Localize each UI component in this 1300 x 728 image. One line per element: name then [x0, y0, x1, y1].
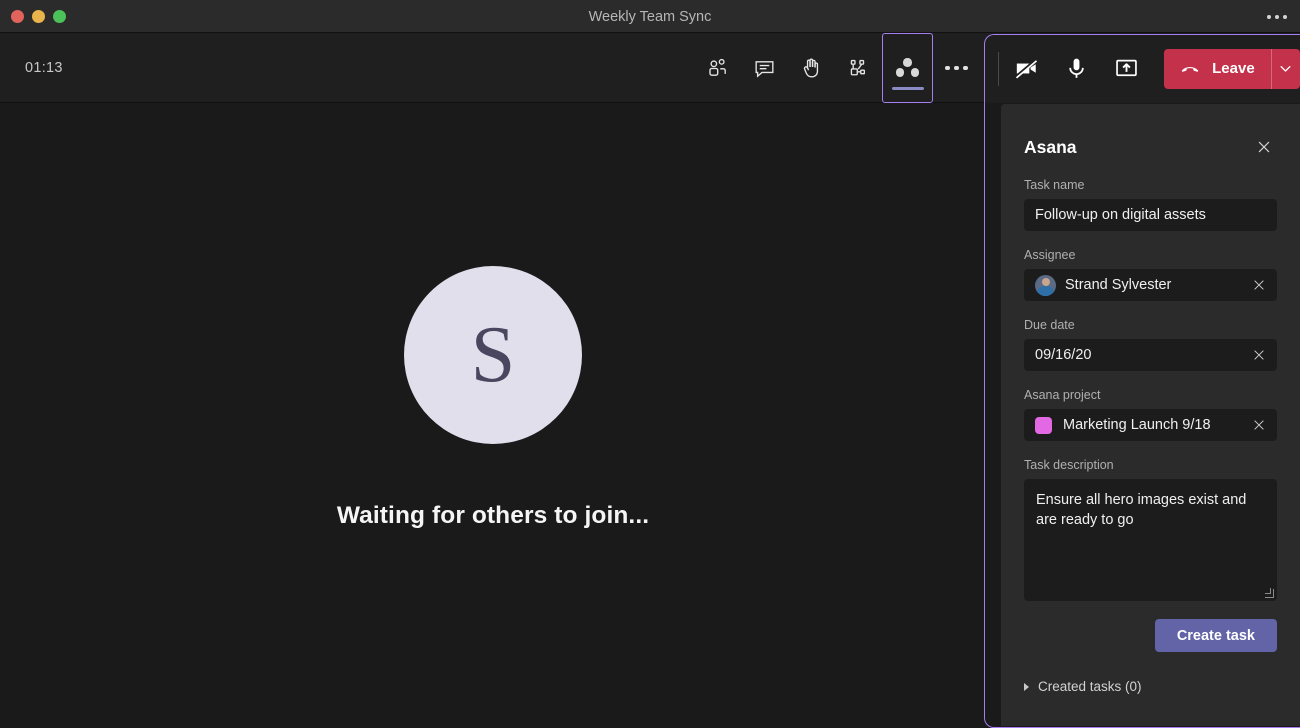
leave-options-button[interactable] [1272, 49, 1300, 89]
assignee-input[interactable]: Strand Sylvester [1024, 269, 1277, 301]
close-icon [1254, 350, 1264, 360]
toolbar-raise-hand-button[interactable] [788, 33, 835, 103]
task-description-input[interactable]: Ensure all hero images exist and are rea… [1024, 479, 1277, 601]
assignee-avatar [1035, 274, 1056, 296]
window-titlebar: Weekly Team Sync [0, 0, 1300, 33]
people-icon [709, 58, 726, 76]
task-description-label: Task description [1024, 458, 1114, 472]
breakout-rooms-icon [850, 59, 866, 75]
due-date-value: 09/16/20 [1035, 347, 1092, 363]
created-tasks-toggle[interactable]: Created tasks (0) [1024, 679, 1277, 694]
asana-panel-title: Asana [1024, 136, 1077, 157]
asana-panel-body: Task name Follow-up on digital assets As… [1001, 160, 1300, 694]
created-tasks-label: Created tasks (0) [1038, 679, 1142, 694]
close-icon [1254, 280, 1264, 290]
assignee-field-group: Assignee Strand Sylvester [1024, 248, 1277, 301]
asana-project-clear-button[interactable] [1249, 415, 1269, 435]
minimize-window-button[interactable] [32, 9, 45, 23]
hangup-icon [1181, 66, 1199, 72]
task-description-value: Ensure all hero images exist and are rea… [1036, 492, 1247, 528]
meeting-stage: S Waiting for others to join... [0, 104, 986, 728]
chevron-down-icon [1280, 66, 1291, 72]
teams-meeting-window: Weekly Team Sync 01:13 Leave S Waiting f… [0, 0, 1300, 728]
share-screen-icon [1116, 59, 1138, 77]
create-task-button[interactable]: Create task [1154, 619, 1277, 652]
window-more-icon[interactable] [1267, 0, 1287, 33]
due-date-input[interactable]: 09/16/20 [1024, 339, 1277, 371]
caret-right-icon [1024, 682, 1029, 691]
project-color-swatch [1035, 416, 1052, 434]
assignee-label: Assignee [1024, 248, 1076, 262]
call-controls: Leave [986, 34, 1300, 103]
close-window-button[interactable] [11, 9, 24, 23]
leave-call-label: Leave [1212, 60, 1255, 77]
toolbar-chat-button[interactable] [741, 33, 788, 103]
asana-panel: Asana Task name Follow-up on digital ass… [1001, 104, 1300, 726]
microphone-icon [1069, 58, 1084, 78]
leave-call-group: Leave [1164, 48, 1300, 89]
assignee-value: Strand Sylvester [1065, 277, 1172, 293]
chat-bubble-icon [755, 60, 774, 78]
asana-project-value: Marketing Launch 9/18 [1063, 417, 1211, 433]
raise-hand-icon [803, 58, 819, 78]
toolbar-divider [998, 51, 999, 86]
meeting-toolbar-buttons [694, 33, 980, 103]
create-task-row: Create task [1024, 619, 1277, 652]
task-name-value: Follow-up on digital assets [1035, 207, 1206, 223]
asana-project-field-group: Asana project Marketing Launch 9/18 [1024, 388, 1277, 441]
maximize-window-button[interactable] [53, 9, 66, 23]
waiting-message: Waiting for others to join... [336, 502, 650, 529]
window-traffic-lights[interactable] [0, 9, 66, 23]
meeting-timer: 01:13 [25, 60, 63, 76]
ellipsis-icon [945, 65, 968, 71]
share-screen-button[interactable] [1104, 45, 1150, 93]
toolbar-asana-button[interactable] [882, 33, 933, 103]
avatar: S [404, 266, 582, 444]
task-name-field-group: Task name Follow-up on digital assets [1024, 178, 1277, 231]
window-title: Weekly Team Sync [588, 8, 712, 25]
assignee-clear-button[interactable] [1249, 275, 1269, 295]
due-date-clear-button[interactable] [1249, 345, 1269, 365]
task-name-input[interactable]: Follow-up on digital assets [1024, 199, 1277, 231]
toolbar-participants-button[interactable] [694, 33, 741, 103]
asana-panel-close-button[interactable] [1251, 134, 1277, 160]
microphone-toggle-button[interactable] [1053, 45, 1099, 93]
due-date-label: Due date [1024, 318, 1075, 332]
asana-project-input[interactable]: Marketing Launch 9/18 [1024, 409, 1277, 441]
close-icon [1254, 420, 1264, 430]
due-date-field-group: Due date 09/16/20 [1024, 318, 1277, 371]
active-tab-indicator [891, 87, 924, 90]
close-icon [1258, 141, 1270, 153]
toolbar-breakout-rooms-button[interactable] [835, 33, 882, 103]
camera-off-icon [1014, 58, 1037, 79]
asana-project-label: Asana project [1024, 388, 1101, 402]
task-description-field-group: Task description Ensure all hero images … [1024, 458, 1277, 601]
task-name-label: Task name [1024, 178, 1085, 192]
resize-handle-icon[interactable] [1265, 588, 1274, 598]
toolbar-more-options-button[interactable] [933, 33, 980, 103]
camera-toggle-button[interactable] [1003, 45, 1049, 93]
asana-logo-icon [895, 57, 921, 79]
leave-call-button[interactable]: Leave [1164, 49, 1271, 89]
asana-panel-header: Asana [1001, 104, 1300, 160]
